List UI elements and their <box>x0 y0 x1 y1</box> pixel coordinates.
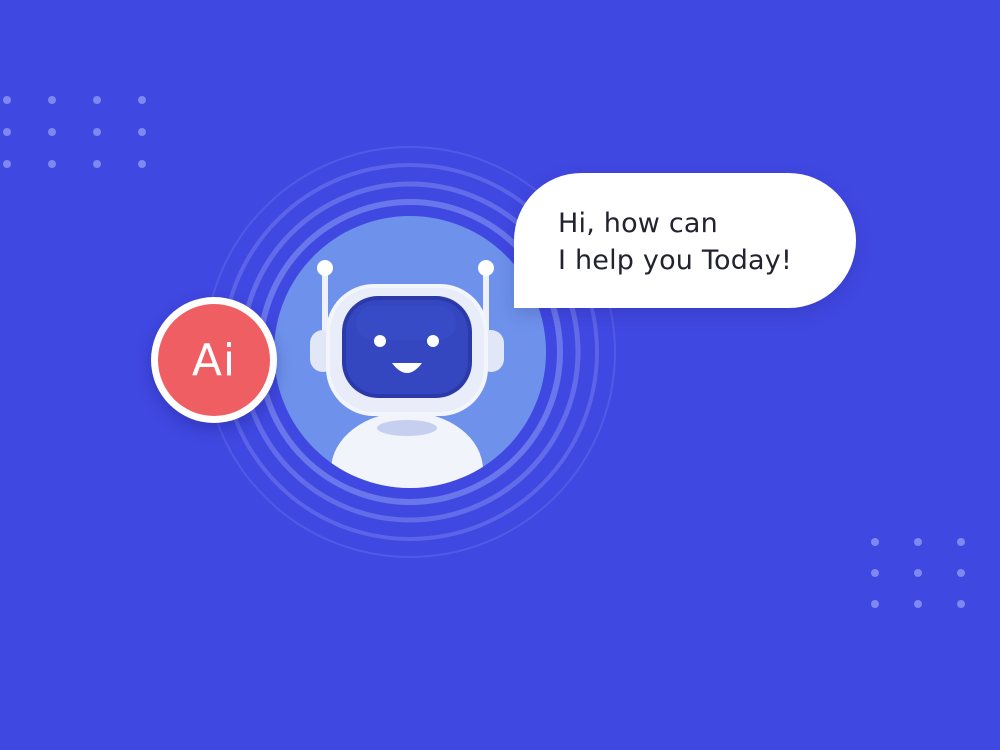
chat-bubble-line-2: I help you Today! <box>558 245 792 276</box>
robot-halo <box>204 146 616 558</box>
chat-bubble: Hi, how can I help you Today! <box>514 173 856 308</box>
chat-bubble-line-1: Hi, how can <box>558 208 718 239</box>
ai-badge: Ai <box>151 297 277 423</box>
chat-bubble-message: Hi, how can I help you Today! <box>558 205 792 279</box>
hero-illustration: Hi, how can I help you Today! Ai <box>0 0 1000 750</box>
ai-badge-label: Ai <box>158 304 270 416</box>
